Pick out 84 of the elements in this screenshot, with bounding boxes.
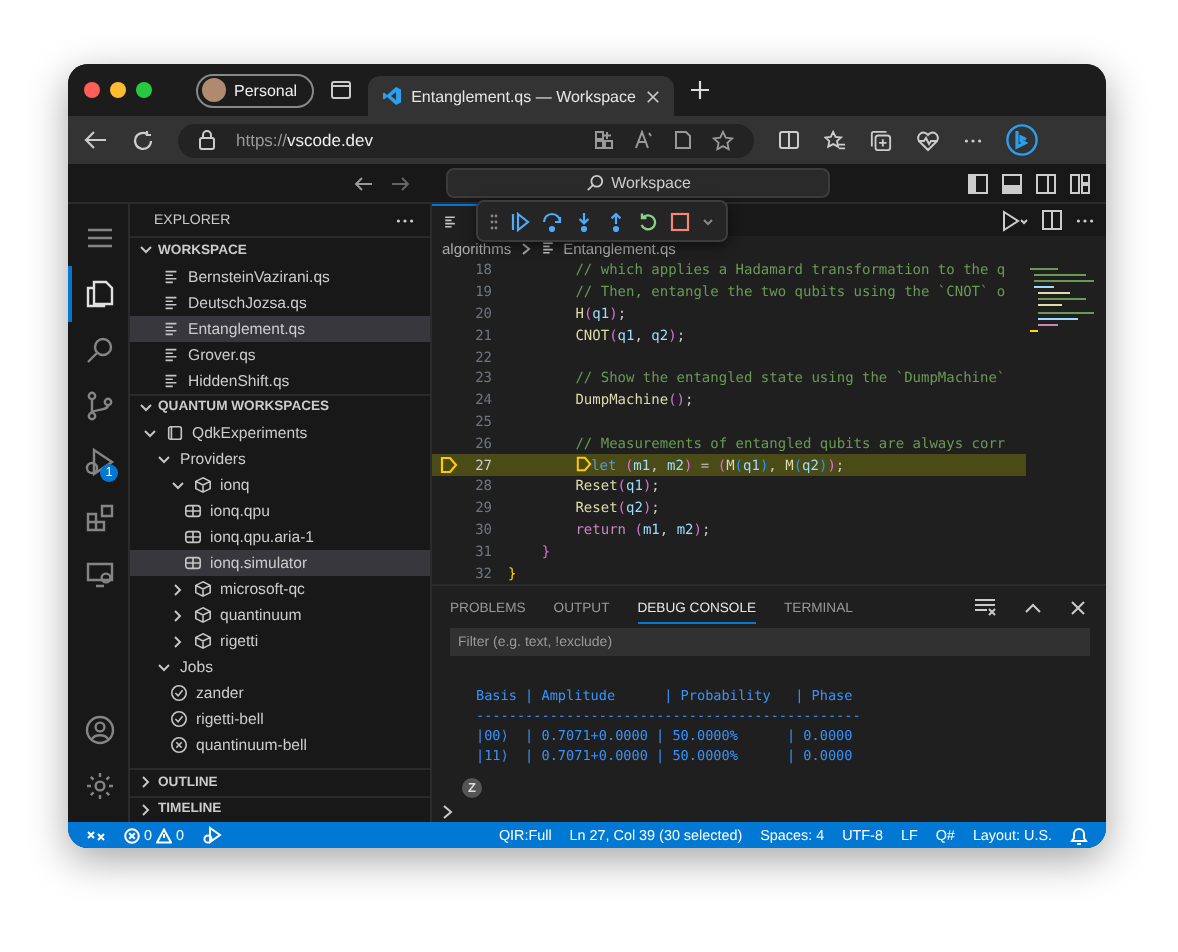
- collections-icon[interactable]: [870, 129, 892, 151]
- split-screen-icon[interactable]: [778, 130, 800, 150]
- lock-icon: [198, 130, 216, 150]
- new-tab-icon[interactable]: [689, 80, 710, 100]
- browser-tab[interactable]: Entanglement.qs — Workspace: [367, 76, 674, 116]
- source-control-icon[interactable]: [84, 390, 116, 422]
- profile-button[interactable]: Personal: [196, 73, 314, 107]
- chip-icon: [184, 528, 202, 546]
- url-text: https://vscode.dev: [236, 130, 374, 150]
- square-icon: [166, 424, 184, 442]
- drag-handle-icon[interactable]: [490, 213, 498, 229]
- restart-icon[interactable]: [638, 211, 658, 231]
- cube-icon: [194, 606, 212, 624]
- file-lines-icon: [162, 293, 180, 311]
- search-icon: [585, 174, 604, 192]
- maximize-window-button[interactable]: [136, 82, 152, 98]
- favorites-icon[interactable]: [824, 129, 846, 151]
- heart-pulse-icon[interactable]: [916, 129, 940, 151]
- star-icon[interactable]: [712, 129, 734, 151]
- more-icon[interactable]: [964, 137, 982, 143]
- file-lines-icon: [442, 213, 458, 229]
- code-editor-logo-icon: [381, 86, 402, 106]
- address-field[interactable]: https://vscode.dev: [178, 123, 754, 157]
- cube-icon: [194, 476, 212, 494]
- chevron-icon[interactable]: [138, 242, 154, 259]
- cube-icon: [194, 580, 212, 598]
- extensions-icon[interactable]: [84, 502, 116, 534]
- file-lines-icon: [162, 345, 180, 363]
- file-lines-icon: [539, 240, 556, 256]
- explorer-icon[interactable]: [84, 278, 116, 310]
- run-debug-icon[interactable]: [84, 446, 116, 478]
- search-icon[interactable]: [84, 334, 116, 366]
- command-center-field[interactable]: Workspace: [446, 168, 830, 198]
- refresh-icon[interactable]: [132, 129, 154, 151]
- customize-layout-icon[interactable]: [1070, 173, 1090, 193]
- error-icon: [124, 827, 140, 843]
- more-icon[interactable]: [396, 217, 414, 223]
- chip-icon: [184, 502, 202, 520]
- avatar-icon: [202, 78, 226, 102]
- secondary-sidebar-layout-icon[interactable]: [1036, 173, 1056, 193]
- check-circle-icon: [170, 684, 188, 702]
- cube-icon: [194, 632, 212, 650]
- file-lines-icon: [162, 267, 180, 285]
- back-icon[interactable]: [84, 130, 108, 150]
- back-icon[interactable]: [354, 175, 374, 191]
- chat-logo-icon[interactable]: [1006, 124, 1038, 156]
- caret-icon[interactable]: [702, 215, 714, 227]
- page-icon[interactable]: [674, 130, 692, 150]
- forward-icon[interactable]: [390, 175, 410, 191]
- stopped-arrow-icon: [440, 456, 458, 475]
- run-icon[interactable]: [1000, 209, 1028, 231]
- remote-icon[interactable]: [84, 558, 116, 590]
- chevron-icon: [519, 241, 532, 255]
- continue-icon[interactable]: [510, 211, 530, 231]
- panel-layout-icon[interactable]: [1002, 173, 1022, 193]
- prompt-chevron-icon: [442, 804, 454, 820]
- file-lines-icon: [162, 319, 180, 337]
- debug-icon[interactable]: [202, 826, 222, 844]
- chip-icon: [184, 554, 202, 572]
- settings-icon[interactable]: [84, 770, 116, 802]
- tab-actions-icon[interactable]: [329, 80, 352, 100]
- split-editor-icon[interactable]: [1042, 210, 1062, 230]
- maximize-panel-icon[interactable]: [1024, 601, 1042, 613]
- read-aloud-icon[interactable]: [634, 130, 654, 150]
- close-icon[interactable]: [1070, 599, 1086, 615]
- step-over-icon[interactable]: [542, 211, 562, 231]
- more-icon[interactable]: [1076, 217, 1094, 223]
- check-circle-icon: [170, 710, 188, 728]
- clear-console-icon[interactable]: [974, 598, 996, 616]
- sidebar-layout-icon[interactable]: [968, 173, 988, 193]
- stop-icon[interactable]: [670, 211, 690, 231]
- step-out-icon[interactable]: [606, 211, 626, 231]
- remote-icon[interactable]: [86, 825, 106, 845]
- close-window-button[interactable]: [84, 82, 100, 98]
- step-into-icon[interactable]: [574, 211, 594, 231]
- command-center-text: Workspace: [611, 174, 691, 192]
- file-lines-icon: [162, 371, 180, 389]
- x-circle-icon: [170, 736, 188, 754]
- minimize-window-button[interactable]: [110, 82, 126, 98]
- warning-icon: [156, 827, 172, 843]
- bell-icon[interactable]: [1070, 825, 1088, 845]
- apps-icon[interactable]: [594, 130, 614, 150]
- close-tab-icon[interactable]: [645, 89, 660, 103]
- account-icon[interactable]: [84, 714, 116, 746]
